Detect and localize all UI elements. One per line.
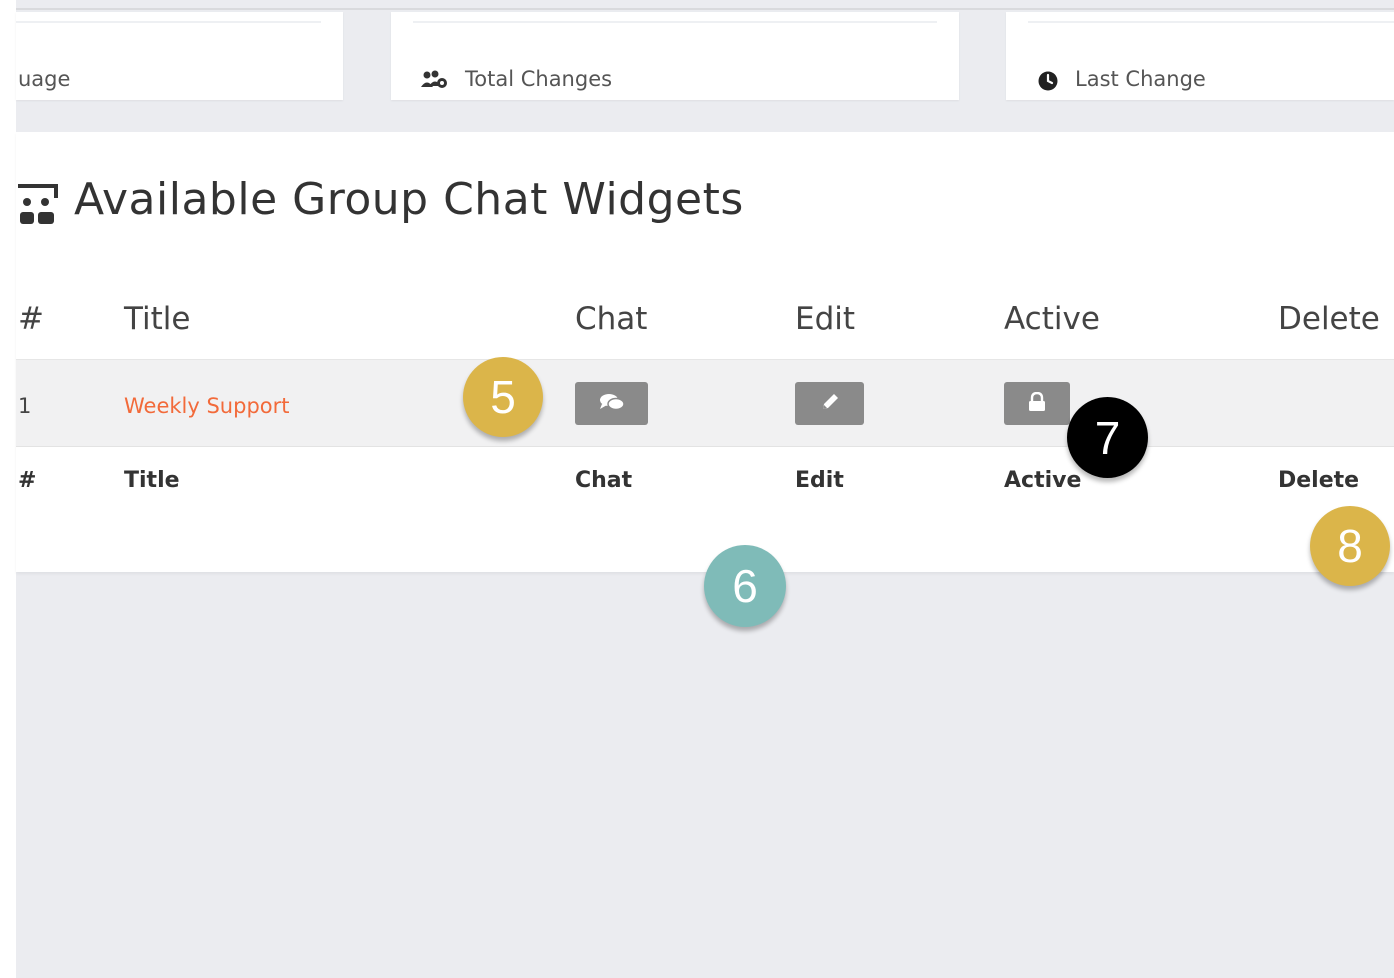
pencil-icon — [820, 392, 840, 416]
column-footer-title: Title — [124, 468, 180, 493]
column-footer-number: # — [18, 468, 37, 493]
edit-button[interactable] — [795, 382, 864, 425]
comments-icon — [599, 393, 625, 415]
column-footer-chat: Chat — [575, 468, 633, 493]
column-header-title: Title — [124, 301, 191, 337]
page-title: Available Group Chat Widgets — [74, 174, 744, 225]
clock-icon — [1038, 71, 1058, 95]
chat-button[interactable] — [575, 382, 648, 425]
lock-icon — [1028, 391, 1046, 416]
annotation-marker-8: 8 — [1310, 506, 1390, 586]
left-edge — [0, 0, 16, 978]
annotation-marker-7: 7 — [1067, 397, 1148, 478]
table-row: 1 Weekly Support — [16, 359, 1394, 447]
group-chat-widgets-panel: Available Group Chat Widgets # Title Cha… — [16, 132, 1394, 572]
column-footer-delete: Delete — [1278, 468, 1360, 493]
last-change-label: Last Change — [1075, 67, 1206, 91]
column-header-active: Active — [1004, 301, 1100, 337]
card-line — [413, 21, 937, 23]
row-number: 1 — [18, 394, 32, 418]
active-toggle-button[interactable] — [1004, 382, 1070, 425]
total-changes-label: Total Changes — [465, 67, 613, 91]
column-footer-active: Active — [1004, 468, 1082, 493]
card-line — [16, 21, 321, 23]
users-cog-icon — [421, 70, 449, 94]
last-change-card: Last Change — [1006, 12, 1394, 100]
usage-card: uage — [16, 12, 343, 100]
column-header-edit: Edit — [795, 301, 856, 337]
annotation-marker-5: 5 — [463, 357, 543, 437]
usage-label: uage — [18, 67, 71, 91]
column-header-number: # — [18, 301, 44, 337]
top-divider — [16, 8, 1394, 10]
group-chat-icon — [18, 182, 60, 230]
column-footer-edit: Edit — [795, 468, 844, 493]
widget-title-link[interactable]: Weekly Support — [124, 394, 290, 418]
column-header-chat: Chat — [575, 301, 648, 337]
column-header-delete: Delete — [1278, 301, 1380, 337]
annotation-marker-6: 6 — [704, 545, 786, 627]
card-line — [1028, 21, 1394, 23]
total-changes-card: Total Changes — [391, 12, 959, 100]
